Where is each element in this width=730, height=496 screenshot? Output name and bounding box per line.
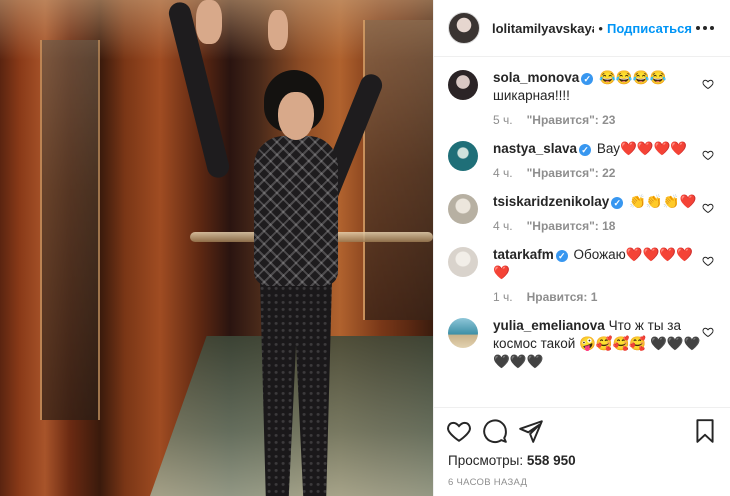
comment-text: Вау❤️❤️❤️❤️ — [596, 141, 688, 156]
verified-badge-icon: ✓ — [581, 73, 594, 85]
heart-icon[interactable] — [702, 326, 714, 338]
comment-text-line: tsiskaridzenikolay ✓ 👏👏👏❤️ — [493, 193, 703, 211]
post-time[interactable]: 6 ЧАСОВ НАЗАД — [434, 468, 730, 488]
comment-text-line: yulia_emelianova Что ж ты за космос тако… — [493, 317, 703, 371]
comment-body: tatarkafm ✓ Обожаю❤️❤️❤️❤️❤️ 1 ч. Нравитс… — [493, 246, 703, 304]
avatar[interactable] — [448, 12, 480, 44]
heart-icon[interactable] — [446, 418, 472, 444]
comment-meta: 4 ч. "Нравится": 22 — [493, 166, 703, 180]
comment-body: nastya_slava ✓ Вау❤️❤️❤️❤️ 4 ч. "Нравится… — [493, 140, 703, 180]
avatar[interactable] — [448, 141, 478, 171]
figure-face — [278, 92, 314, 140]
post-video[interactable] — [0, 0, 433, 496]
avatar[interactable] — [448, 194, 478, 224]
heart-icon[interactable] — [702, 255, 714, 267]
follow-button[interactable]: Подписаться — [607, 21, 692, 36]
comment-time[interactable]: 4 ч. — [493, 166, 513, 180]
comment-meta: 4 ч. "Нравится": 18 — [493, 219, 703, 233]
comment-item: tsiskaridzenikolay ✓ 👏👏👏❤️ 4 ч. "Нравится… — [448, 193, 718, 233]
comment-body: tsiskaridzenikolay ✓ 👏👏👏❤️ 4 ч. "Нравится… — [493, 193, 703, 233]
comment-meta: 1 ч. Нравится: 1 — [493, 290, 703, 304]
comment-username[interactable]: nastya_slava — [493, 141, 577, 156]
comment-likes[interactable]: "Нравится": 18 — [527, 219, 616, 233]
comment-username[interactable]: yulia_emelianova — [493, 318, 605, 333]
comments-list: sola_monova ✓ 😂😂😂😂 шикарная!!!! 5 ч. "Нра… — [434, 57, 730, 407]
heart-icon[interactable] — [702, 149, 714, 161]
comment-text-line: tatarkafm ✓ Обожаю❤️❤️❤️❤️❤️ — [493, 246, 703, 282]
figure-torso — [254, 136, 338, 286]
comment-username[interactable]: tatarkafm — [493, 247, 554, 262]
verified-badge-icon: ✓ — [579, 144, 592, 156]
comment-time[interactable]: 5 ч. — [493, 113, 513, 127]
bookmark-icon[interactable] — [692, 418, 718, 444]
comment-icon[interactable] — [482, 418, 508, 444]
comment-item: tatarkafm ✓ Обожаю❤️❤️❤️❤️❤️ 1 ч. Нравитс… — [448, 246, 718, 304]
comment-time[interactable]: 1 ч. — [493, 290, 513, 304]
raised-hand — [268, 10, 288, 50]
comment-likes[interactable]: "Нравится": 22 — [527, 166, 616, 180]
avatar[interactable] — [448, 70, 478, 100]
heart-icon[interactable] — [702, 202, 714, 214]
share-icon[interactable] — [518, 418, 544, 444]
comment-username[interactable]: tsiskaridzenikolay — [493, 194, 609, 209]
heart-icon[interactable] — [702, 78, 714, 90]
comment-item: yulia_emelianova Что ж ты за космос тако… — [448, 317, 718, 371]
comment-body: sola_monova ✓ 😂😂😂😂 шикарная!!!! 5 ч. "Нра… — [493, 69, 703, 127]
elevator-mirror-left — [40, 40, 100, 420]
post-side-panel: lolitamilyavskaya • Подписаться sola_mon… — [433, 0, 730, 496]
avatar[interactable] — [448, 247, 478, 277]
comment-text: 👏👏👏❤️ — [629, 194, 697, 209]
verified-badge-icon: ✓ — [555, 250, 568, 262]
comment-item: sola_monova ✓ 😂😂😂😂 шикарная!!!! 5 ч. "Нра… — [448, 69, 718, 127]
avatar[interactable] — [448, 318, 478, 348]
comment-item: nastya_slava ✓ Вау❤️❤️❤️❤️ 4 ч. "Нравится… — [448, 140, 718, 180]
comment-username[interactable]: sola_monova — [493, 70, 579, 85]
comment-meta: 5 ч. "Нравится": 23 — [493, 113, 703, 127]
more-icon[interactable] — [692, 22, 718, 34]
woman-figure — [166, 0, 386, 496]
views-label: Просмотры: — [448, 453, 524, 468]
elevator-mirror-right — [363, 20, 433, 320]
comment-body: yulia_emelianova Что ж ты за космос тако… — [493, 317, 703, 371]
views-row: Просмотры: 558 950 — [434, 453, 730, 468]
comment-text-line: sola_monova ✓ 😂😂😂😂 шикарная!!!! — [493, 69, 703, 105]
views-count[interactable]: 558 950 — [527, 453, 576, 468]
comment-likes[interactable]: "Нравится": 23 — [527, 113, 616, 127]
verified-badge-icon: ✓ — [611, 197, 624, 209]
post-actions — [434, 407, 730, 453]
comment-text-line: nastya_slava ✓ Вау❤️❤️❤️❤️ — [493, 140, 703, 158]
post-header: lolitamilyavskaya • Подписаться — [434, 0, 730, 57]
comment-time[interactable]: 4 ч. — [493, 219, 513, 233]
post-author-username[interactable]: lolitamilyavskaya — [492, 21, 594, 36]
raised-hand — [196, 0, 222, 44]
figure-legs — [260, 280, 332, 496]
comment-likes[interactable]: Нравится: 1 — [527, 290, 598, 304]
separator-dot: • — [598, 20, 603, 36]
post-viewer: lolitamilyavskaya • Подписаться sola_mon… — [0, 0, 730, 496]
